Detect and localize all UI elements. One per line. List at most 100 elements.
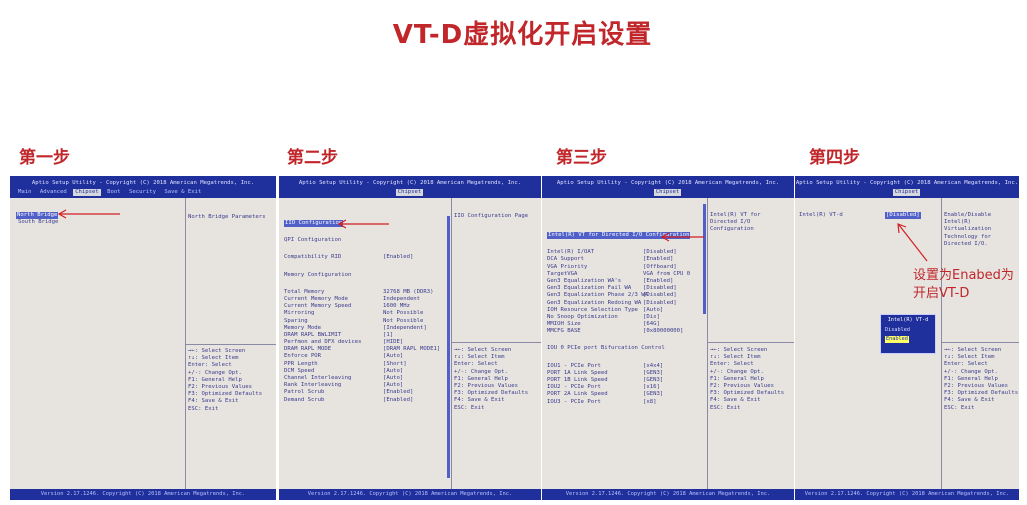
setting-row[interactable]: No Snoop Optimization [Dis] bbox=[547, 314, 705, 321]
setting-label: Current Memory Speed bbox=[284, 303, 352, 310]
setting-row[interactable]: Perfmon and DFX devices [HIDE] bbox=[284, 339, 444, 346]
divider bbox=[707, 342, 794, 343]
help-key: ESC: Exit bbox=[454, 404, 485, 411]
settings-list: Intel(R) VT for Directed I/O Configurati… bbox=[547, 232, 705, 406]
setting-row[interactable]: Gen3 Equalization WA's [Enabled] bbox=[547, 278, 705, 285]
setting-row-vt-d[interactable]: Intel(R) VT-d [Disabled] bbox=[799, 212, 939, 220]
setting-row[interactable]: Compatibility RID [Enabled] bbox=[284, 254, 444, 261]
setting-label: PORT 2A Link Speed bbox=[547, 391, 608, 398]
setting-row[interactable]: IOU2 - PCIe Port [x16] bbox=[547, 384, 705, 391]
setting-label: Demand Scrub bbox=[284, 396, 325, 403]
help-key: ESC: Exit bbox=[944, 404, 975, 411]
setting-value: [DRAM RAPL MODE1] bbox=[383, 346, 441, 353]
help-key: F1: General Help bbox=[454, 375, 508, 382]
scrollbar[interactable] bbox=[703, 204, 706, 314]
help-key: F2: Previous Values bbox=[710, 383, 774, 390]
setting-row[interactable]: IOU3 - PCIe Port [x8] bbox=[547, 399, 705, 406]
help-key: →←: Select Screen bbox=[454, 347, 512, 353]
scrollbar[interactable] bbox=[447, 216, 450, 478]
popup-option-enabled[interactable]: Enabled bbox=[885, 336, 909, 344]
setting-value: [Auto] bbox=[383, 375, 404, 381]
setting-row[interactable]: DRAM RAPL BWLIMIT [1] bbox=[284, 332, 444, 339]
popup-option-disabled[interactable]: Disabled bbox=[885, 327, 910, 334]
setting-row: Total Memory 32768 MB (DDR3) bbox=[284, 289, 444, 296]
setting-label: IIO Configuration bbox=[284, 220, 344, 228]
tab-chipset[interactable]: Chipset bbox=[892, 189, 921, 197]
setting-label: Rank Interleaving bbox=[284, 382, 342, 389]
setting-value: VGA from CPU 0 bbox=[643, 270, 691, 277]
setting-row[interactable]: PORT 1B Link Speed [GEN3] bbox=[547, 377, 705, 384]
setting-value: [GEN3] bbox=[643, 391, 664, 398]
tab-security[interactable]: Security bbox=[127, 189, 158, 196]
setting-label: TargetVGA bbox=[547, 270, 578, 277]
setting-label: IOU3 - PCIe Port bbox=[547, 398, 601, 405]
setting-row[interactable]: Channel Interleaving [Auto] bbox=[284, 375, 444, 382]
bios-utility-title: Aptio Setup Utility - Copyright (C) 2018… bbox=[31, 180, 255, 186]
tab-chipset[interactable]: Chipset bbox=[653, 189, 682, 197]
setting-label: DCM Speed bbox=[284, 367, 315, 374]
help-key: F3: Optimized Defaults bbox=[944, 390, 1019, 397]
setting-row: IOU 0 PCIe port Bifurcation Control bbox=[547, 345, 705, 352]
setting-value: [Disabled] bbox=[643, 299, 677, 306]
help-key: F2: Previous Values bbox=[188, 384, 252, 391]
setting-label: DRAM RAPL BWLIMIT bbox=[284, 331, 342, 338]
divider bbox=[707, 198, 708, 489]
red-arrow-icon bbox=[57, 209, 120, 219]
setting-label: MMCFG BASE bbox=[547, 328, 581, 335]
help-keys: →←: Select Screen ↑↓: Select Item Enter:… bbox=[710, 347, 784, 412]
setting-row[interactable]: Gen3 Equalization Redoing WA [Disabled] bbox=[547, 300, 705, 307]
setting-row[interactable]: MMCFG BASE [0x80000000] bbox=[547, 328, 705, 335]
help-key: Enter: Select bbox=[188, 362, 232, 369]
setting-row[interactable]: DRAM RAPL MODE [DRAM RAPL MODE1] bbox=[284, 346, 444, 353]
setting-row[interactable]: DCA Support [Enabled] bbox=[547, 256, 705, 263]
setting-row[interactable]: IOH Resource Selection Type [Auto] bbox=[547, 307, 705, 314]
setting-label: QPI Configuration bbox=[284, 237, 342, 244]
setting-row[interactable]: Gen3 Equalization Fail WA [Disabled] bbox=[547, 285, 705, 292]
tab-save-exit[interactable]: Save & Exit bbox=[162, 189, 203, 196]
tab-advanced[interactable]: Advanced bbox=[38, 189, 69, 196]
setting-row[interactable]: Enforce POR [Auto] bbox=[284, 353, 444, 360]
setting-row: Mirroring Not Possible bbox=[284, 310, 444, 317]
setting-row[interactable]: Demand Scrub [Enabled] bbox=[284, 397, 444, 404]
help-key: Enter: Select bbox=[944, 361, 988, 368]
setting-row[interactable]: IOU1 - PCIe Port [x4x4] bbox=[547, 363, 705, 370]
setting-value: Independent bbox=[383, 295, 421, 302]
setting-row[interactable]: DCM Speed [Auto] bbox=[284, 368, 444, 375]
setting-label: PORT 1B Link Speed bbox=[547, 377, 608, 383]
bios-tab-bar: Chipset bbox=[279, 189, 541, 197]
setting-label: PPR Length bbox=[284, 360, 318, 367]
setting-row: Sparing Not Possible bbox=[284, 318, 444, 325]
help-key: F2: Previous Values bbox=[944, 383, 1008, 390]
tab-main[interactable]: Main bbox=[16, 189, 33, 196]
setting-value: 32768 MB (DDR3) bbox=[383, 288, 434, 295]
setting-row[interactable]: Memory Mode [Independent] bbox=[284, 325, 444, 332]
setting-row[interactable]: Intel(R) I/OAT [Disabled] bbox=[547, 249, 705, 256]
setting-row[interactable]: MMIOH Size [64G] bbox=[547, 321, 705, 328]
tab-chipset[interactable]: Chipset bbox=[73, 189, 101, 197]
red-arrow-icon bbox=[660, 232, 704, 242]
annotation-line: 设置为Enabed为 bbox=[913, 268, 1014, 283]
setting-row[interactable]: Memory Configuration bbox=[284, 272, 444, 279]
setting-row[interactable]: VGA Priority [Offboard] bbox=[547, 264, 705, 271]
help-key: F4: Save & Exit bbox=[710, 397, 761, 404]
setting-label: Memory Mode bbox=[284, 324, 322, 331]
setting-row[interactable]: Rank Interleaving [Auto] bbox=[284, 382, 444, 389]
setting-value[interactable]: [Disabled] bbox=[885, 212, 921, 220]
setting-row[interactable]: Gen3 Equalization Phase 2/3 WA [Disabled] bbox=[547, 292, 705, 299]
setting-value: [Auto] bbox=[383, 367, 404, 374]
setting-value: [Enabled] bbox=[383, 396, 414, 403]
help-key: +/-: Change Opt. bbox=[188, 369, 242, 376]
bios-header: Aptio Setup Utility - Copyright (C) 2018… bbox=[542, 176, 794, 198]
tab-chipset[interactable]: Chipset bbox=[395, 189, 424, 197]
tab-boot[interactable]: Boot bbox=[105, 189, 122, 196]
setting-label: IOH Resource Selection Type bbox=[547, 306, 638, 313]
setting-label: Sparing bbox=[284, 317, 308, 324]
setting-row[interactable]: PORT 1A Link Speed [GEN3] bbox=[547, 370, 705, 377]
divider bbox=[451, 198, 452, 489]
setting-row[interactable]: PORT 2A Link Speed [GEN3] bbox=[547, 391, 705, 398]
setting-row[interactable]: PPR Length [Short] bbox=[284, 361, 444, 368]
help-key: F2: Previous Values bbox=[454, 383, 518, 390]
setting-row[interactable]: Patrol Scrub [Enabled] bbox=[284, 389, 444, 396]
setting-row[interactable]: QPI Configuration bbox=[284, 237, 444, 244]
setting-label: MMIOH Size bbox=[547, 321, 581, 328]
